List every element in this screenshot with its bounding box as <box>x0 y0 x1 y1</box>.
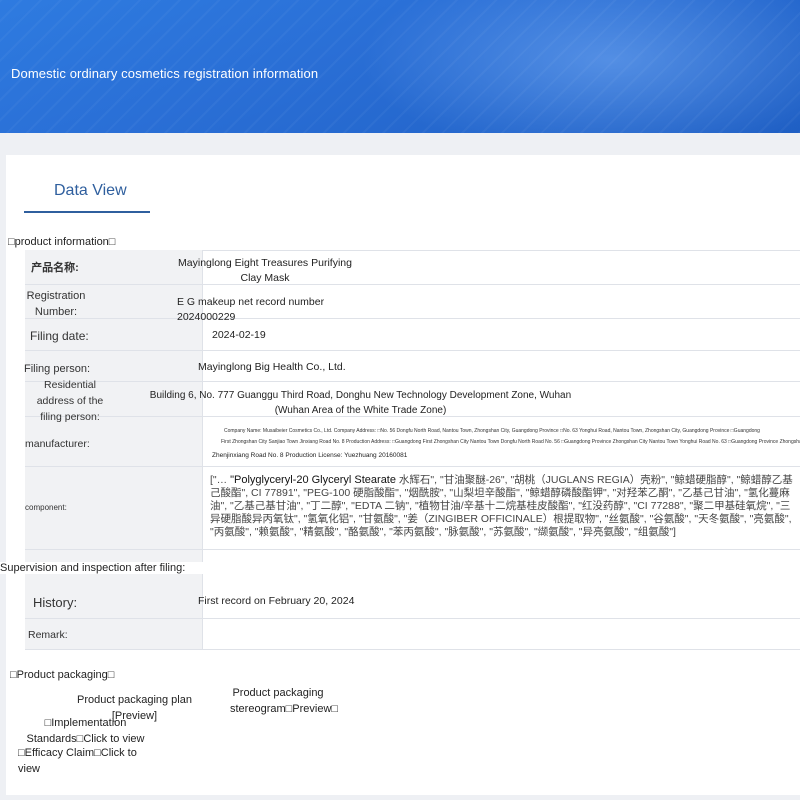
header-banner: Domestic ordinary cosmetics registration… <box>0 0 800 133</box>
row-remark <box>25 619 800 650</box>
history-value: First record on February 20, 2024 <box>198 595 355 607</box>
remark-label: Remark: <box>28 629 68 641</box>
manufacturer-line-3: Zhenjinxiang Road No. 8 Production Licen… <box>212 452 408 459</box>
packaging-stereogram-link[interactable]: Product packaging stereogram□Preview□ <box>230 685 338 717</box>
address-label: Residential address of the filing person… <box>36 379 104 423</box>
section-product-information: □product information□ <box>8 236 116 248</box>
component-value: ["… "Polyglyceryl-20 Glyceryl Stearate 水… <box>210 474 798 539</box>
row-filing-date <box>25 319 800 351</box>
footer-band <box>0 795 800 800</box>
filing-date-value: 2024-02-19 <box>212 329 266 341</box>
filing-person-label: Filing person: <box>24 363 91 375</box>
efficacy-claim-link[interactable]: □Efficacy Claim□Click to view <box>18 745 143 777</box>
implementation-standards-link[interactable]: □Implementation Standards□Click to view <box>8 715 163 747</box>
tab-data-view[interactable]: Data View <box>54 182 127 200</box>
row-product-name <box>25 250 800 285</box>
component-label: component: <box>25 503 67 512</box>
manufacturer-label: manufacturer: <box>25 438 90 450</box>
section-supervision: Supervision and inspection after filing: <box>0 562 205 574</box>
separator-band <box>0 133 800 155</box>
row-filing-person <box>25 351 800 382</box>
row-history <box>25 583 800 619</box>
manufacturer-line-2: First Zhongshan City Sanjiao Town Jinxia… <box>221 439 800 445</box>
page-title: Domestic ordinary cosmetics registration… <box>11 66 319 81</box>
registration-value: E G makeup net record number 2024000229 <box>177 296 325 323</box>
component-highlight: "Polyglyceryl-20 Glyceryl Stearate <box>230 474 396 486</box>
product-name-value: Mayinglong Eight Treasures Purifying Cla… <box>178 257 352 284</box>
address-value: Building 6, No. 777 Guanggu Third Road, … <box>149 390 572 416</box>
component-prefix: ["… <box>210 474 228 486</box>
filing-person-value: Mayinglong Big Health Co., Ltd. <box>198 361 346 373</box>
tab-active-indicator <box>24 211 150 213</box>
history-label: History: <box>33 595 78 610</box>
row-registration <box>25 285 800 319</box>
section-product-packaging: □Product packaging□ <box>10 669 115 681</box>
manufacturer-line-1: Company Name: Musaibeier Cosmetics Co., … <box>224 428 760 434</box>
filing-date-label: Filing date: <box>30 329 89 343</box>
registration-label: Registration Number: <box>26 290 86 318</box>
product-name-label: 产品名称: <box>31 262 79 274</box>
